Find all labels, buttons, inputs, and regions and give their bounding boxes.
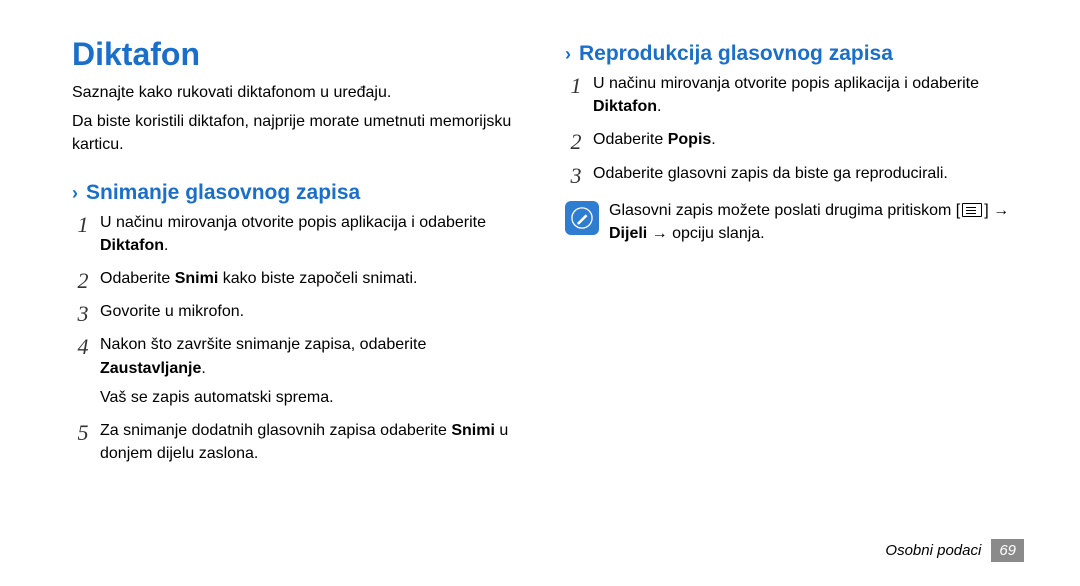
- action-record: Snimi: [451, 422, 495, 439]
- text: .: [164, 237, 168, 254]
- action-record: Snimi: [175, 270, 219, 287]
- action-share: Dijeli: [609, 225, 647, 242]
- text: .: [657, 98, 661, 115]
- playback-step-2: Odaberite Popis.: [565, 128, 1024, 151]
- record-step-1: U načinu mirovanja otvorite popis aplika…: [72, 211, 531, 257]
- text: Nakon što završite snimanje zapisa, odab…: [100, 336, 426, 353]
- app-name: Diktafon: [100, 237, 164, 254]
- footer-section: Osobni podaci: [885, 542, 981, 559]
- text: kako biste započeli snimati.: [218, 270, 417, 287]
- text: Glasovni zapis možete poslati drugima pr…: [609, 202, 960, 219]
- page-footer: Osobni podaci 69: [72, 539, 1024, 562]
- record-step-4: Nakon što završite snimanje zapisa, odab…: [72, 333, 531, 379]
- text: U načinu mirovanja otvorite popis aplika…: [100, 214, 486, 231]
- chevron-icon: ›: [565, 44, 571, 65]
- text: .: [201, 360, 205, 377]
- tip-text: Glasovni zapis možete poslati drugima pr…: [609, 199, 1024, 245]
- footer-page-number: 69: [991, 539, 1024, 562]
- subheading-record: › Snimanje glasovnog zapisa: [72, 181, 531, 205]
- tip-note: Glasovni zapis možete poslati drugima pr…: [565, 199, 1024, 245]
- two-column-layout: Diktafon Saznajte kako rukovati diktafon…: [72, 36, 1024, 539]
- playback-step-1: U načinu mirovanja otvorite popis aplika…: [565, 72, 1024, 118]
- subheading-playback-text: Reprodukcija glasovnog zapisa: [579, 42, 893, 66]
- menu-key-icon: [962, 203, 982, 217]
- action-stop: Zaustavljanje: [100, 360, 201, 377]
- app-name: Diktafon: [593, 98, 657, 115]
- record-step-2: Odaberite Snimi kako biste započeli snim…: [72, 267, 531, 290]
- chevron-icon: ›: [72, 183, 78, 204]
- text: Za snimanje dodatnih glasovnih zapisa od…: [100, 422, 451, 439]
- subheading-record-text: Snimanje glasovnog zapisa: [86, 181, 360, 205]
- pencil-icon: [571, 207, 593, 229]
- text: .: [711, 131, 715, 148]
- left-column: Diktafon Saznajte kako rukovati diktafon…: [72, 36, 531, 539]
- record-step-4-sub: Vaš se zapis automatski sprema.: [72, 386, 531, 409]
- page-title: Diktafon: [72, 36, 531, 73]
- intro-text-1: Saznajte kako rukovati diktafonom u uređ…: [72, 81, 531, 104]
- text: ] →: [984, 202, 1009, 219]
- record-step-3: Govorite u mikrofon.: [72, 300, 531, 323]
- manual-page: Diktafon Saznajte kako rukovati diktafon…: [0, 0, 1080, 586]
- playback-steps: U načinu mirovanja otvorite popis aplika…: [565, 72, 1024, 195]
- record-steps: U načinu mirovanja otvorite popis aplika…: [72, 211, 531, 390]
- text: Odaberite: [100, 270, 175, 287]
- text: → opciju slanja.: [647, 225, 764, 242]
- text: Odaberite: [593, 131, 668, 148]
- text: U načinu mirovanja otvorite popis aplika…: [593, 75, 979, 92]
- playback-step-3: Odaberite glasovni zapis da biste ga rep…: [565, 162, 1024, 185]
- record-step-5: Za snimanje dodatnih glasovnih zapisa od…: [72, 419, 531, 465]
- action-list: Popis: [668, 131, 712, 148]
- note-icon: [565, 201, 599, 235]
- record-steps-cont: Za snimanje dodatnih glasovnih zapisa od…: [72, 419, 531, 475]
- subheading-playback: › Reprodukcija glasovnog zapisa: [565, 42, 1024, 66]
- intro-text-2: Da biste koristili diktafon, najprije mo…: [72, 110, 531, 156]
- right-column: › Reprodukcija glasovnog zapisa U načinu…: [565, 36, 1024, 539]
